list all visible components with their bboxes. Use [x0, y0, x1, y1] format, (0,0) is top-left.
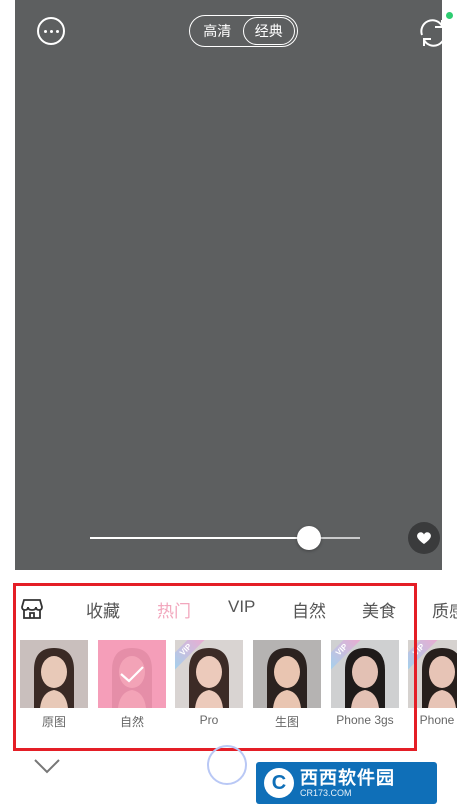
favorite-button[interactable] [408, 522, 440, 554]
watermark-logo: C 西西软件园 CR173.COM [256, 762, 437, 804]
tab-texture[interactable]: 质感 [432, 597, 457, 622]
intensity-slider[interactable] [90, 526, 360, 550]
quality-toggle[interactable]: 高清 经典 [189, 15, 298, 47]
status-indicator [446, 12, 453, 19]
more-icon [43, 29, 47, 33]
more-icon-dot [55, 29, 59, 33]
camera-viewfinder: 高清 经典 [15, 0, 453, 570]
highlight-box [13, 583, 417, 751]
quality-option-classic[interactable]: 经典 [242, 17, 295, 45]
watermark-title: 西西软件园 [300, 767, 395, 788]
heart-icon [417, 532, 431, 544]
more-options-button[interactable] [37, 17, 65, 45]
watermark-subtitle: CR173.COM [300, 787, 352, 798]
flip-camera-icon[interactable] [415, 15, 451, 51]
chevron-down-icon[interactable] [33, 757, 61, 775]
quality-option-hd[interactable]: 高清 [192, 18, 243, 44]
watermark-mark: C [264, 768, 294, 798]
slider-thumb[interactable] [296, 526, 321, 550]
more-icon-dot [49, 29, 53, 33]
shutter-button[interactable] [207, 745, 247, 785]
slider-fill [90, 537, 309, 539]
